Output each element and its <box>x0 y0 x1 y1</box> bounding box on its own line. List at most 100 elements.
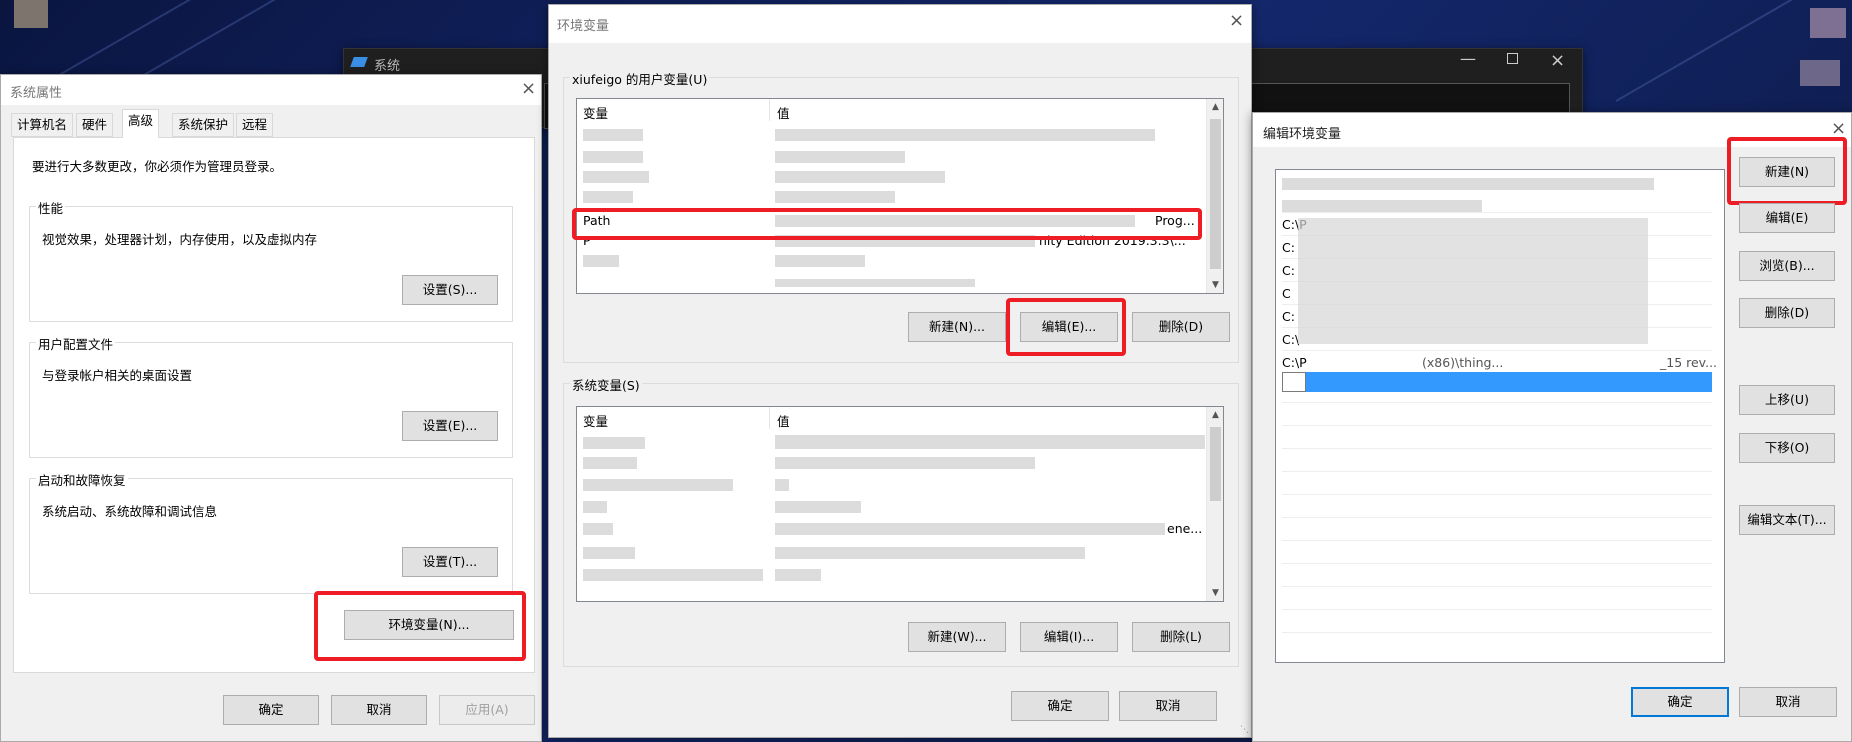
performance-settings-button[interactable]: 设置(S)... <box>402 275 498 305</box>
blurred-variable-value <box>775 129 1155 141</box>
close-icon[interactable]: × <box>1229 11 1244 31</box>
blurred-variable-name <box>583 171 649 183</box>
blurred-path-entry <box>1282 178 1654 190</box>
path-entry: C: <box>1282 240 1295 255</box>
tab-hardware[interactable]: 硬件 <box>76 113 114 137</box>
blurred-variable-name <box>583 501 607 513</box>
blurred-path-entries <box>1298 218 1648 344</box>
environment-variables-window: 环境变量 × xiufeigo 的用户变量(U) 变量 值 Path Prog.… <box>548 4 1252 738</box>
browse-button[interactable]: 浏览(B)... <box>1739 251 1835 281</box>
row-divider <box>1282 586 1712 587</box>
edit-text-button[interactable]: 编辑文本(T)... <box>1739 505 1835 535</box>
user-variables-list[interactable]: 变量 值 Path Prog... P nity Edition 2019.3.… <box>576 98 1224 294</box>
vertical-scrollbar[interactable]: ▲ ▼ <box>1206 407 1223 601</box>
blurred-variable-value <box>775 171 945 183</box>
blurred-variable-name <box>583 129 643 141</box>
list-row[interactable]: ene... <box>577 519 1207 539</box>
window-title: 编辑环境变量 <box>1263 127 1342 142</box>
wallpaper-streak <box>132 0 308 82</box>
column-header-variable[interactable]: 变量 <box>583 411 608 430</box>
user-profiles-settings-button[interactable]: 设置(E)... <box>402 411 498 441</box>
startup-recovery-settings-button[interactable]: 设置(T)... <box>402 547 498 577</box>
group-description: 系统启动、系统故障和调试信息 <box>42 504 218 519</box>
ok-button[interactable]: 确定 <box>1011 691 1109 721</box>
tab-computer-name[interactable]: 计算机名 <box>11 113 74 137</box>
blurred-variable-value <box>775 547 1085 559</box>
new-entry-row[interactable] <box>1282 372 1712 392</box>
move-down-button[interactable]: 下移(O) <box>1739 433 1835 463</box>
admin-note: 要进行大多数更改，你必须作为管理员登录。 <box>32 159 283 174</box>
cancel-button[interactable]: 取消 <box>1739 687 1837 717</box>
desktop-icon[interactable] <box>14 0 48 28</box>
row-divider <box>1282 494 1712 495</box>
path-entry: C:\ <box>1282 332 1300 347</box>
move-up-button[interactable]: 上移(U) <box>1739 385 1835 415</box>
system-variables-group: 系统变量(S) 变量 值 ene... ▲ ▼ 新建(W)... 编辑(I)..… <box>563 375 1239 667</box>
path-entries-list[interactable]: C:\P C: C: C C: C:\ C:\P (x86)\thing... … <box>1275 169 1725 663</box>
list-item[interactable]: C:\P (x86)\thing... _15 rev... <box>1282 350 1717 370</box>
scroll-thumb[interactable] <box>1210 119 1221 269</box>
blurred-variable-value <box>775 191 895 203</box>
column-divider <box>769 99 770 121</box>
blurred-variable-value <box>775 255 865 267</box>
delete-button[interactable]: 删除(D) <box>1739 298 1835 328</box>
group-label: 用户配置文件 <box>36 334 116 353</box>
edit-button[interactable]: 编辑(E) <box>1739 203 1835 233</box>
tab-system-protection[interactable]: 系统保护 <box>172 113 235 137</box>
close-icon[interactable]: × <box>1831 119 1846 139</box>
system-window-icon <box>350 57 368 67</box>
desktop-icon[interactable] <box>1810 8 1846 38</box>
ok-button[interactable]: 确定 <box>223 695 319 725</box>
tab-remote[interactable]: 远程 <box>236 113 274 137</box>
minimize-icon[interactable]: — <box>1460 49 1476 68</box>
desktop-icon[interactable] <box>1800 60 1840 86</box>
scroll-thumb[interactable] <box>1210 427 1221 501</box>
column-header-value[interactable]: 值 <box>777 103 790 122</box>
row-divider <box>1282 632 1712 633</box>
row-divider <box>1282 540 1712 541</box>
vertical-scrollbar[interactable]: ▲ ▼ <box>1206 99 1223 293</box>
window-title: 系统属性 <box>10 86 63 101</box>
scroll-up-icon[interactable]: ▲ <box>1207 410 1223 420</box>
list-header: 变量 值 <box>577 407 1205 429</box>
scroll-down-icon[interactable]: ▼ <box>1207 588 1223 598</box>
system-edit-button[interactable]: 编辑(I)... <box>1020 622 1118 652</box>
apply-button[interactable]: 应用(A) <box>439 695 535 725</box>
blurred-variable-name <box>583 569 763 581</box>
column-header-value[interactable]: 值 <box>777 411 790 430</box>
blurred-variable-value <box>775 479 789 491</box>
wallpaper-streak <box>1615 0 1825 102</box>
user-new-button[interactable]: 新建(N)... <box>908 312 1006 342</box>
maximize-icon[interactable] <box>1507 53 1518 64</box>
scroll-up-icon[interactable]: ▲ <box>1207 102 1223 112</box>
tab-advanced[interactable]: 高级 <box>122 109 160 138</box>
blurred-variable-name <box>583 547 635 559</box>
group-label: 性能 <box>36 198 66 217</box>
cancel-button[interactable]: 取消 <box>1119 691 1217 721</box>
close-icon[interactable]: × <box>1550 50 1565 71</box>
blurred-variable-name <box>583 479 733 491</box>
new-entry-input[interactable] <box>1282 372 1306 392</box>
system-delete-button[interactable]: 删除(L) <box>1132 622 1230 652</box>
path-entry-tail: _15 rev... <box>1660 355 1718 370</box>
blurred-variable-name <box>583 457 637 469</box>
ok-button[interactable]: 确定 <box>1631 687 1729 717</box>
highlight-box <box>572 208 1202 240</box>
user-delete-button[interactable]: 删除(D) <box>1132 312 1230 342</box>
system-variables-list[interactable]: 变量 值 ene... ▲ ▼ <box>576 406 1224 602</box>
title-bar: 系统属性 × <box>1 75 541 105</box>
group-label: 启动和故障恢复 <box>36 470 128 489</box>
resize-grip-icon[interactable]: ⋱ <box>1240 725 1249 735</box>
row-divider <box>1282 517 1712 518</box>
blurred-variable-value <box>775 435 1205 449</box>
scroll-down-icon[interactable]: ▼ <box>1207 280 1223 290</box>
column-header-variable[interactable]: 变量 <box>583 103 608 122</box>
blurred-variable-value <box>775 151 905 163</box>
system-new-button[interactable]: 新建(W)... <box>908 622 1006 652</box>
startup-recovery-group: 启动和故障恢复 系统启动、系统故障和调试信息 设置(T)... <box>29 470 513 594</box>
highlight-box <box>1006 298 1126 356</box>
cancel-button[interactable]: 取消 <box>331 695 427 725</box>
list-header: 变量 值 <box>577 99 1205 121</box>
blurred-path-entry <box>1282 200 1482 212</box>
close-icon[interactable]: × <box>521 79 536 99</box>
